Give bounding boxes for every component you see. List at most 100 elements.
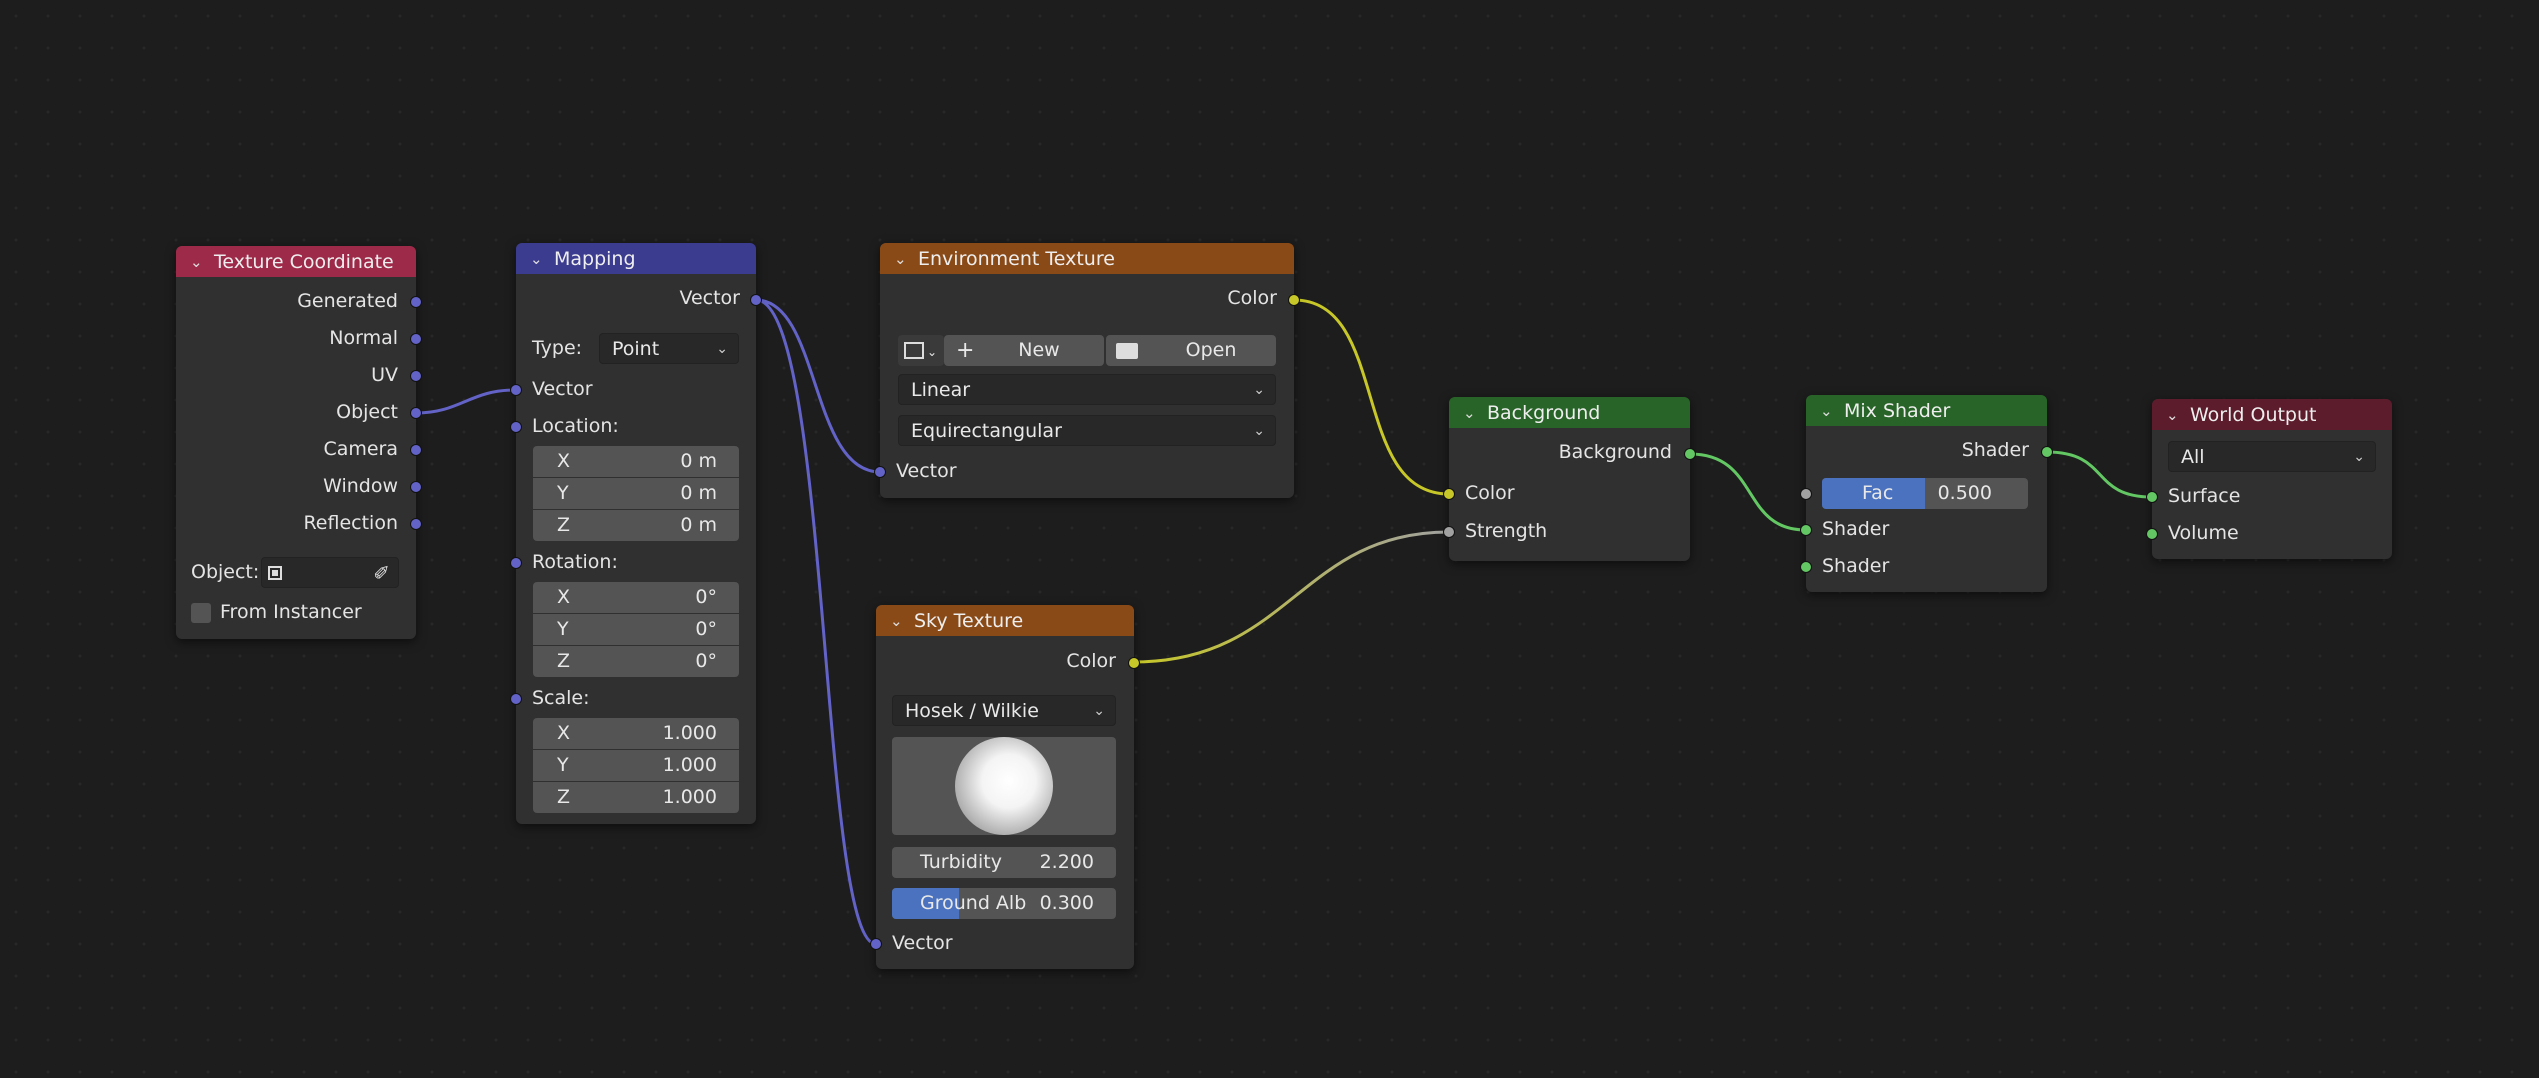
axis-value: 0 m [680, 482, 717, 504]
socket-color-in[interactable] [1443, 488, 1455, 500]
world-output-node[interactable]: ⌄ World Output All ⌄ Surface Volume [2146, 399, 2392, 559]
input-shader-1: Shader [1822, 518, 1890, 540]
rotation-x-field[interactable]: X 0° [533, 582, 739, 613]
image-icon [904, 342, 924, 359]
node-title: World Output [2190, 403, 2317, 426]
socket-normal[interactable] [410, 333, 422, 345]
open-image-button[interactable]: Open [1106, 335, 1276, 366]
socket-scale[interactable] [510, 693, 522, 705]
socket-camera[interactable] [410, 444, 422, 456]
node-title: Environment Texture [918, 247, 1115, 270]
socket-surface-in[interactable] [2146, 491, 2158, 503]
socket-color-out[interactable] [1288, 294, 1300, 306]
node-header[interactable]: ⌄ Background [1449, 397, 1690, 428]
location-z-field[interactable]: Z 0 m [533, 510, 739, 541]
new-image-button[interactable]: + New [944, 335, 1104, 366]
output-vector: Vector [679, 287, 740, 309]
chevron-down-icon[interactable]: ⌄ [894, 250, 912, 268]
rotation-label: Rotation: [532, 551, 618, 573]
chevron-down-icon: ⌄ [1253, 423, 1265, 439]
socket-generated[interactable] [410, 296, 422, 308]
node-header[interactable]: ⌄ Sky Texture [876, 605, 1134, 636]
socket-object[interactable] [410, 407, 422, 419]
socket-vector-out[interactable] [750, 294, 762, 306]
new-label: New [1018, 339, 1060, 361]
socket-strength-in[interactable] [1443, 526, 1455, 538]
socket-window[interactable] [410, 481, 422, 493]
socket-location[interactable] [510, 421, 522, 433]
chevron-down-icon: ⌄ [927, 345, 938, 359]
socket-vector-in[interactable] [510, 384, 522, 396]
socket-volume-in[interactable] [2146, 528, 2158, 540]
mapping-node[interactable]: ⌄ Mapping Vector Type: Point ⌄ Vector Lo… [510, 243, 762, 824]
axis-label: Z [557, 514, 571, 536]
ground-albedo-slider[interactable]: Ground Alb 0.300 [892, 888, 1116, 919]
mix-shader-node[interactable]: ⌄ Mix Shader Shader Fac 0.500 Shader Sha… [1800, 395, 2053, 592]
sky-model-dropdown[interactable]: Hosek / Wilkie ⌄ [892, 695, 1116, 726]
input-vector: Vector [892, 932, 953, 954]
axis-value: 0° [695, 650, 717, 672]
node-title: Sky Texture [914, 609, 1024, 632]
socket-shader1-in[interactable] [1800, 524, 1812, 536]
socket-color-out[interactable] [1128, 657, 1140, 669]
interpolation-dropdown[interactable]: Linear ⌄ [898, 374, 1276, 405]
node-header[interactable]: ⌄ Environment Texture [880, 243, 1294, 274]
chevron-down-icon[interactable]: ⌄ [190, 253, 208, 271]
location-y-field[interactable]: Y 0 m [533, 478, 739, 509]
location-x-field[interactable]: X 0 m [533, 446, 739, 477]
node-header[interactable]: ⌄ Texture Coordinate [176, 246, 416, 277]
chevron-down-icon[interactable]: ⌄ [530, 250, 548, 268]
from-instancer-checkbox[interactable] [191, 603, 211, 623]
turbidity-field[interactable]: Turbidity 2.200 [892, 847, 1116, 878]
chevron-down-icon[interactable]: ⌄ [1820, 402, 1838, 420]
eyedropper-icon[interactable]: ✐ [373, 558, 390, 589]
scale-y-field[interactable]: Y 1.000 [533, 750, 739, 781]
socket-rotation[interactable] [510, 557, 522, 569]
image-browse-button[interactable]: ⌄ [898, 335, 944, 366]
environment-texture-node[interactable]: ⌄ Environment Texture Color ⌄ + New Open… [874, 243, 1300, 498]
scale-label: Scale: [532, 687, 590, 709]
chevron-down-icon[interactable]: ⌄ [1463, 404, 1481, 422]
chevron-down-icon[interactable]: ⌄ [890, 612, 908, 630]
socket-background-out[interactable] [1684, 448, 1696, 460]
turbidity-label: Turbidity [920, 851, 1002, 873]
projection-dropdown[interactable]: Equirectangular ⌄ [898, 415, 1276, 446]
sky-texture-node[interactable]: ⌄ Sky Texture Color Hosek / Wilkie ⌄ Tur… [870, 605, 1140, 969]
socket-reflection[interactable] [410, 518, 422, 530]
link-mixshader-to-output [2046, 450, 2153, 499]
type-label: Type: [532, 337, 583, 359]
node-title: Mix Shader [1844, 399, 1951, 422]
input-color: Color [1465, 482, 1515, 504]
chevron-down-icon[interactable]: ⌄ [2166, 406, 2184, 424]
rotation-z-field[interactable]: Z 0° [533, 646, 739, 677]
type-value: Point [612, 338, 660, 360]
socket-uv[interactable] [410, 370, 422, 382]
node-header[interactable]: ⌄ Mapping [516, 243, 756, 274]
output-background: Background [1558, 441, 1672, 463]
type-dropdown[interactable]: Point ⌄ [599, 333, 739, 364]
location-label: Location: [532, 415, 619, 437]
socket-shader2-in[interactable] [1800, 561, 1812, 573]
scale-z-field[interactable]: Z 1.000 [533, 782, 739, 813]
output-color: Color [1227, 287, 1277, 309]
node-header[interactable]: ⌄ World Output [2152, 399, 2392, 430]
node-header[interactable]: ⌄ Mix Shader [1806, 395, 2047, 426]
chevron-down-icon: ⌄ [1253, 382, 1265, 398]
from-instancer-label: From Instancer [220, 601, 362, 623]
axis-label: Y [557, 618, 569, 640]
socket-vector-in[interactable] [874, 466, 886, 478]
socket-fac-in[interactable] [1800, 488, 1812, 500]
link-mapping-to-skytex [755, 298, 877, 946]
fac-slider[interactable]: Fac 0.500 [1822, 478, 2028, 509]
socket-shader-out[interactable] [2041, 446, 2053, 458]
scale-x-field[interactable]: X 1.000 [533, 718, 739, 749]
object-picker[interactable]: ✐ [261, 557, 399, 588]
background-node[interactable]: ⌄ Background Background Color Strength [1443, 397, 1696, 561]
chevron-down-icon: ⌄ [1093, 703, 1105, 719]
sky-model-value: Hosek / Wilkie [905, 700, 1039, 722]
texture-coordinate-node[interactable]: ⌄ Texture Coordinate Generated Normal UV… [176, 246, 422, 639]
socket-vector-in[interactable] [870, 938, 882, 950]
target-dropdown[interactable]: All ⌄ [2168, 441, 2376, 472]
rotation-y-field[interactable]: Y 0° [533, 614, 739, 645]
input-strength: Strength [1465, 520, 1548, 542]
